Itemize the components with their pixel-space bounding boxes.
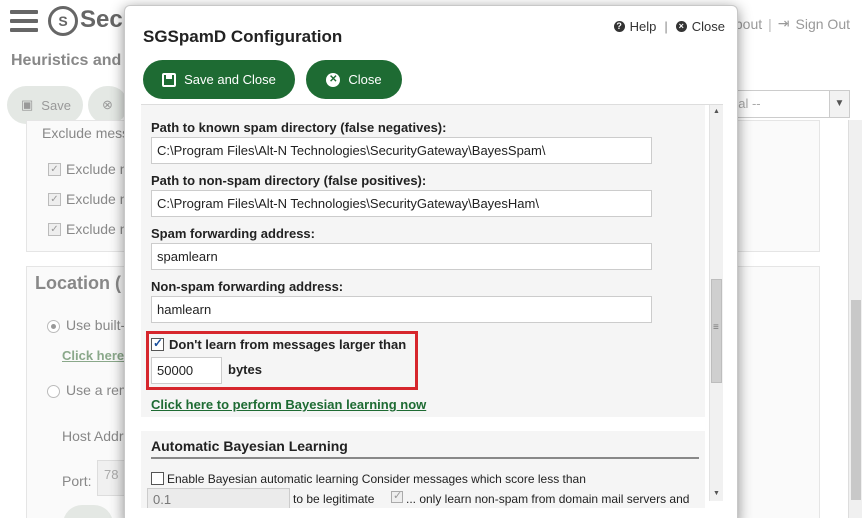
only-learn-label: ... only learn non-spam from domain mail… bbox=[406, 492, 690, 506]
location-title: Location ( bbox=[35, 273, 121, 293]
exclude-checkbox[interactable]: ✓ bbox=[48, 193, 61, 206]
exclude-header: Exclude mess bbox=[42, 125, 130, 141]
auto-learning-label: Enable Bayesian automatic learning Consi… bbox=[167, 472, 586, 486]
host-address-label: Host Addr bbox=[62, 428, 124, 444]
chevron-down-icon: ▼ bbox=[829, 91, 849, 117]
ham-forward-label: Non-spam forwarding address: bbox=[151, 279, 344, 294]
automatic-learning-section: Automatic Bayesian Learning Enable Bayes… bbox=[141, 431, 705, 508]
remote-radio[interactable] bbox=[47, 385, 60, 398]
size-limit-checkbox[interactable] bbox=[151, 336, 164, 351]
sign-out-icon[interactable]: ⇥ bbox=[778, 15, 790, 32]
perform-bayesian-learning-link[interactable]: Click here to perform Bayesian learning … bbox=[151, 397, 426, 412]
close-button[interactable]: ⊗ bbox=[88, 86, 128, 124]
dialog-scrollbar[interactable]: ▲ ▼ bbox=[709, 105, 723, 501]
section-title: Automatic Bayesian Learning bbox=[151, 438, 348, 454]
ham-dir-input[interactable]: C:\Program Files\Alt-N Technologies\Secu… bbox=[151, 190, 652, 217]
bytes-label: bytes bbox=[228, 362, 262, 377]
legitimate-label: to be legitimate bbox=[293, 492, 375, 506]
sign-out-link[interactable]: Sign Out bbox=[796, 16, 850, 32]
dialog-header-links: ? Help | × Close bbox=[613, 19, 725, 34]
auto-learning-checkbox[interactable] bbox=[151, 472, 164, 485]
top-links: bout | ⇥ Sign Out bbox=[734, 15, 850, 32]
spam-forward-input[interactable]: spamlearn bbox=[151, 243, 652, 270]
save-and-close-button[interactable]: Save and Close bbox=[143, 60, 295, 99]
location-action-button[interactable] bbox=[63, 505, 113, 518]
builtin-label: Use built- bbox=[66, 317, 126, 333]
exclude-item: Exclude n bbox=[66, 221, 128, 237]
save-icon: ▣ bbox=[21, 97, 34, 112]
sgspamd-config-dialog: SGSpamD Configuration ? Help | × Close S… bbox=[124, 5, 738, 518]
close-link[interactable]: Close bbox=[692, 19, 725, 34]
close-icon: ⊗ bbox=[102, 97, 113, 112]
exclude-checkbox[interactable]: ✓ bbox=[48, 223, 61, 236]
brand-name: Sec bbox=[80, 6, 123, 33]
scroll-down-icon[interactable]: ▼ bbox=[710, 487, 723, 501]
scroll-up-icon[interactable]: ▲ bbox=[710, 105, 723, 119]
save-button[interactable]: ▣ Save bbox=[7, 86, 83, 124]
close-icon[interactable]: × bbox=[675, 21, 687, 32]
menu-icon[interactable] bbox=[10, 10, 38, 32]
spam-dir-label: Path to known spam directory (false nega… bbox=[151, 120, 447, 135]
exclude-item: Exclude n bbox=[66, 191, 128, 207]
click-here-link[interactable]: Click here bbox=[62, 348, 124, 363]
page-scrollbar[interactable] bbox=[848, 120, 862, 518]
page-title: Heuristics and bbox=[11, 52, 122, 69]
save-icon bbox=[162, 72, 177, 87]
builtin-radio[interactable] bbox=[47, 320, 60, 333]
help-icon[interactable]: ? bbox=[613, 21, 625, 32]
close-circle-icon: ✕ bbox=[326, 72, 341, 87]
dialog-content: Path to known spam directory (false nega… bbox=[141, 104, 723, 508]
spam-dir-input[interactable]: C:\Program Files\Alt-N Technologies\Secu… bbox=[151, 137, 652, 164]
size-limit-input[interactable]: 50000 bbox=[151, 357, 222, 384]
remote-label: Use a rem bbox=[66, 382, 131, 398]
logo-icon: S bbox=[48, 6, 78, 36]
ham-forward-input[interactable]: hamlearn bbox=[151, 296, 652, 323]
ham-dir-label: Path to non-spam directory (false positi… bbox=[151, 173, 427, 188]
exclude-item: Exclude n bbox=[66, 161, 128, 177]
bayesian-paths-section: Path to known spam directory (false nega… bbox=[141, 105, 705, 417]
scope-select[interactable]: bal -- ▼ bbox=[722, 90, 850, 118]
port-label: Port: bbox=[62, 473, 92, 489]
size-limit-label: Don't learn from messages larger than bbox=[169, 337, 407, 352]
about-link[interactable]: bout bbox=[735, 16, 762, 32]
help-link[interactable]: Help bbox=[630, 19, 657, 34]
scroll-thumb[interactable] bbox=[711, 279, 722, 383]
close-button[interactable]: ✕ Close bbox=[306, 60, 402, 99]
dialog-title: SGSpamD Configuration bbox=[143, 27, 343, 46]
domain-servers-checkbox[interactable] bbox=[391, 489, 403, 503]
exclude-checkbox[interactable]: ✓ bbox=[48, 163, 61, 176]
section-divider bbox=[151, 457, 699, 459]
spam-forward-label: Spam forwarding address: bbox=[151, 226, 315, 241]
auto-score-input[interactable]: 0.1 bbox=[147, 488, 290, 508]
